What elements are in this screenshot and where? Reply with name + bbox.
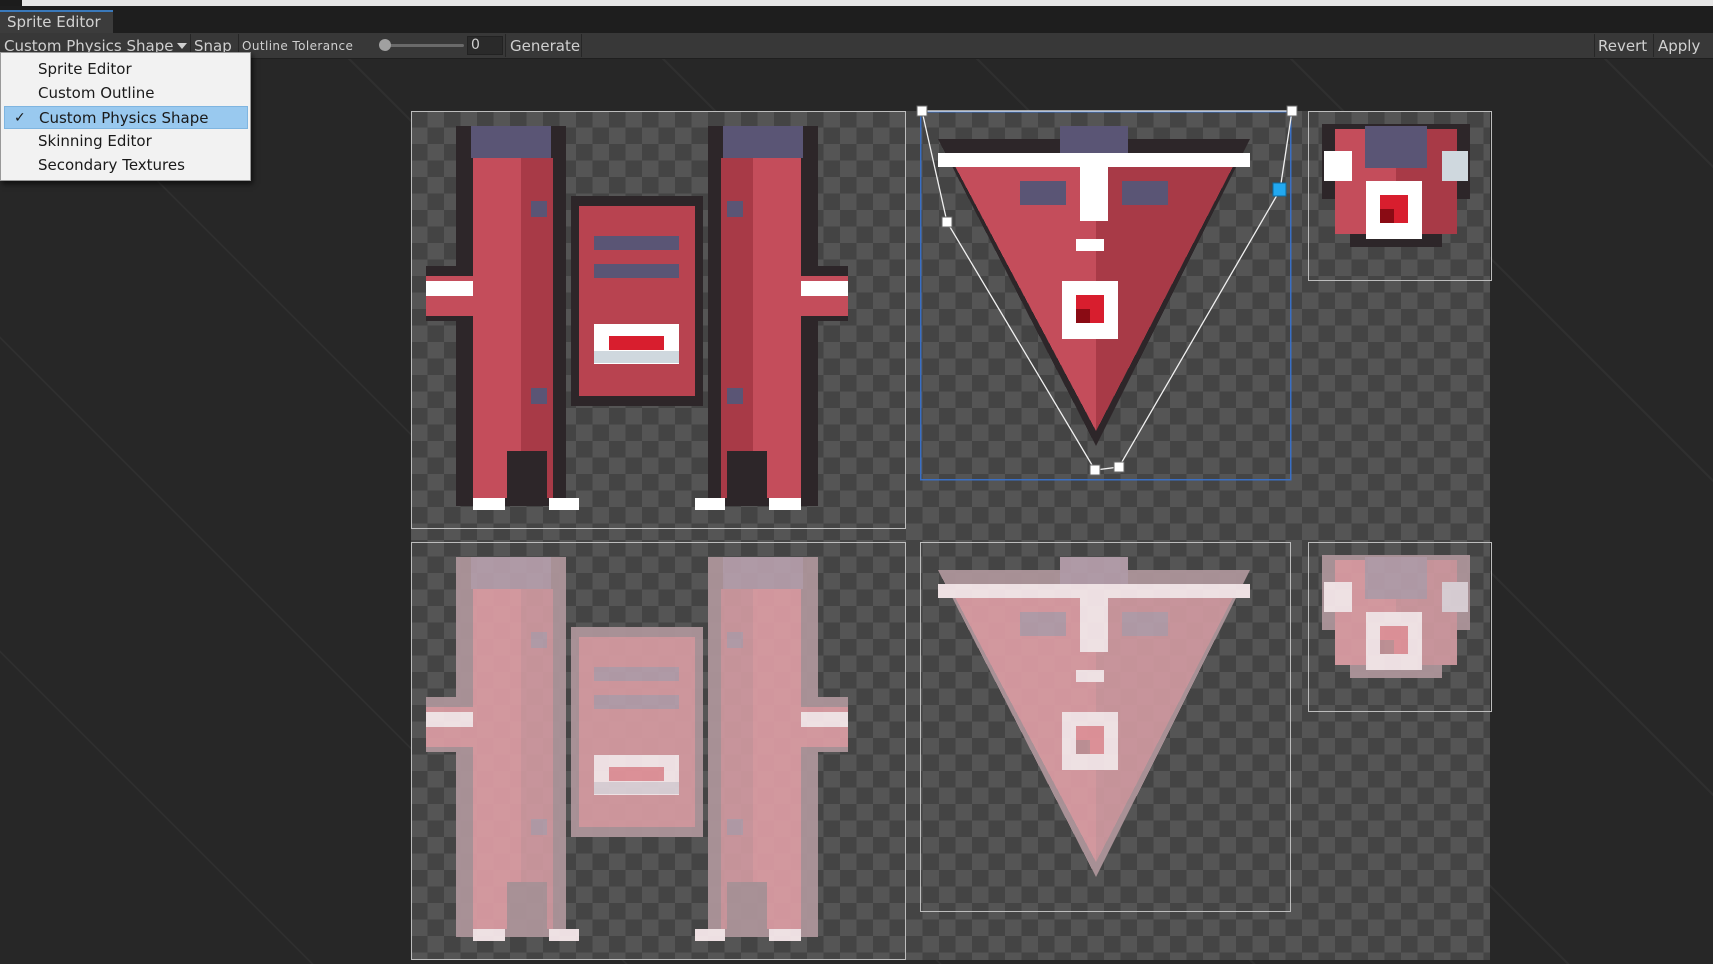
menu-item-label: Secondary Textures bbox=[38, 156, 185, 174]
sprite-sheet bbox=[411, 105, 1492, 960]
outline-vertex[interactable] bbox=[941, 216, 953, 228]
toolbar: Custom Physics Shape Snap Outline Tolera… bbox=[0, 33, 1713, 59]
checkmark-icon: ✓ bbox=[14, 110, 26, 126]
slider-handle[interactable] bbox=[379, 39, 391, 51]
menu-item-label: Custom Physics Shape bbox=[39, 109, 209, 127]
tab-bar: Sprite Editor bbox=[0, 6, 1713, 33]
menu-item-custom-physics-shape[interactable]: ✓ Custom Physics Shape bbox=[4, 106, 248, 129]
menu-item-label: Sprite Editor bbox=[38, 60, 132, 78]
tab-sprite-editor[interactable]: Sprite Editor bbox=[0, 10, 113, 33]
outline-vertex[interactable] bbox=[1089, 464, 1101, 476]
menu-item-custom-outline[interactable]: Custom Outline bbox=[4, 82, 248, 105]
outline-tolerance-label: Outline Tolerance bbox=[242, 39, 354, 53]
small-shield-sprite[interactable] bbox=[1322, 124, 1470, 247]
selected-outline-vertex[interactable] bbox=[1272, 182, 1287, 197]
small-shield-sprite-faded[interactable] bbox=[1322, 555, 1470, 678]
menu-item-label: Custom Outline bbox=[38, 84, 155, 102]
chevron-down-icon bbox=[177, 43, 188, 49]
outline-vertex[interactable] bbox=[916, 105, 928, 117]
outline-tolerance-field[interactable]: 0 bbox=[467, 36, 503, 55]
menu-item-label: Skinning Editor bbox=[38, 132, 152, 150]
mode-dropdown-menu: Sprite Editor Custom Outline ✓ Custom Phy… bbox=[0, 52, 251, 181]
outline-tolerance-slider[interactable] bbox=[386, 44, 464, 47]
revert-button[interactable]: Revert bbox=[1598, 33, 1647, 58]
menu-item-skinning-editor[interactable]: Skinning Editor bbox=[4, 130, 248, 153]
sprite-canvas[interactable] bbox=[0, 59, 1713, 964]
toolbar-divider bbox=[1653, 34, 1654, 57]
outline-vertex[interactable] bbox=[1113, 461, 1125, 473]
menu-item-secondary-textures[interactable]: Secondary Textures bbox=[4, 154, 248, 177]
apply-button[interactable]: Apply bbox=[1658, 33, 1700, 58]
toolbar-divider bbox=[581, 34, 582, 57]
menu-item-sprite-editor[interactable]: Sprite Editor bbox=[4, 58, 248, 81]
toolbar-divider bbox=[1594, 34, 1595, 57]
generate-button[interactable]: Generate bbox=[506, 33, 585, 58]
outline-vertex[interactable] bbox=[1286, 105, 1298, 117]
